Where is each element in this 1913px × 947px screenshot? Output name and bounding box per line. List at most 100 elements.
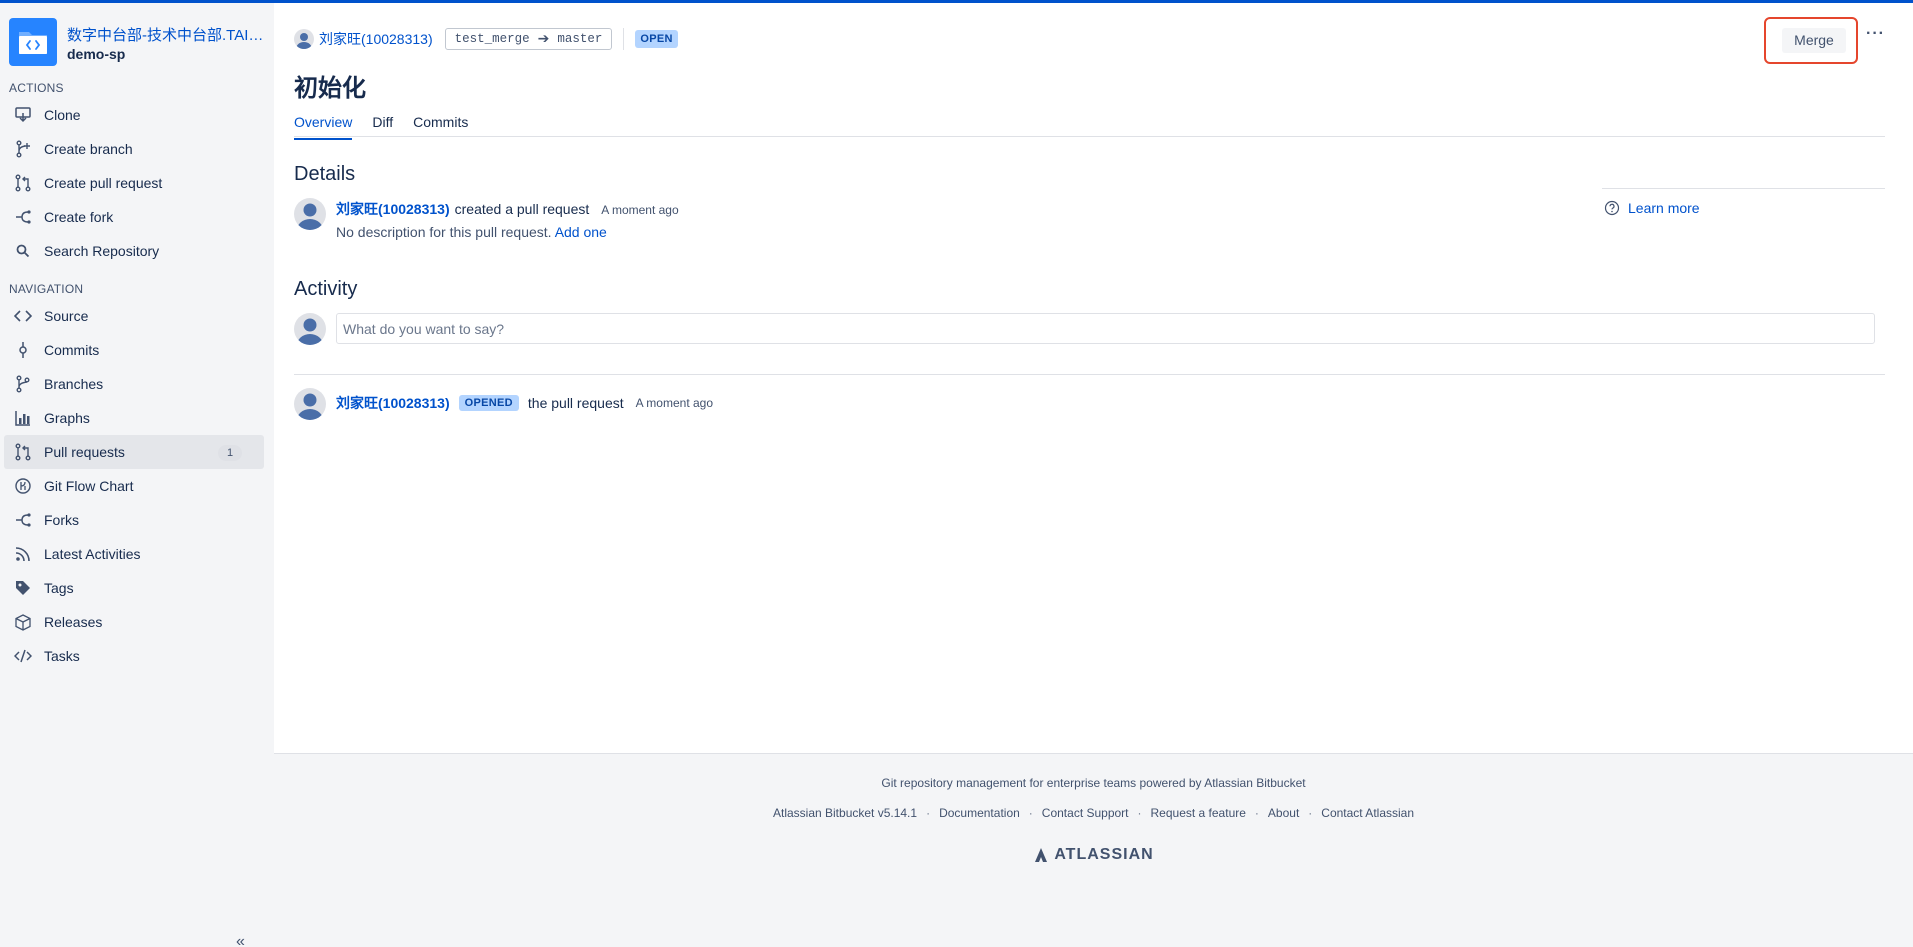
code-icon — [12, 645, 34, 667]
sidebar-item-source[interactable]: Source — [4, 299, 264, 333]
details-author-link[interactable]: 刘家旺(10028313) — [336, 199, 450, 219]
footer: Git repository management for enterprise… — [274, 753, 1913, 947]
actions-section-title: ACTIONS — [9, 81, 64, 95]
sidebar-item-clone[interactable]: Clone — [4, 98, 264, 132]
search-icon — [12, 240, 34, 262]
atlassian-wordmark: ATLASSIAN — [1054, 846, 1154, 863]
sidebar-item-create-pull-request[interactable]: Create pull request — [4, 166, 264, 200]
pr-header: 刘家旺(10028313) test_merge ➔ master OPEN — [294, 28, 678, 50]
avatar[interactable] — [294, 388, 326, 420]
sidebar-item-tags[interactable]: Tags — [4, 571, 264, 605]
avatar — [294, 313, 326, 345]
sidebar-item-forks[interactable]: Forks — [4, 503, 264, 537]
divider — [623, 28, 625, 50]
sidebar-item-pull-requests[interactable]: Pull requests 1 — [4, 435, 264, 469]
footer-links: Atlassian Bitbucket v5.14.1 · Documentat… — [274, 806, 1913, 820]
atlassian-logo-icon — [1035, 848, 1048, 862]
divider — [294, 374, 1885, 375]
repo-header: 数字中台部-技术中台部.TAIR... demo-sp — [9, 18, 269, 66]
sidebar-item-create-branch[interactable]: Create branch — [4, 132, 264, 166]
sidebar-item-latest-activities[interactable]: Latest Activities — [4, 537, 264, 571]
repo-avatar[interactable] — [9, 18, 57, 66]
footer-link-about[interactable]: About — [1268, 806, 1299, 820]
comment-input[interactable] — [336, 313, 1875, 344]
status-badge: OPEN — [635, 30, 678, 48]
merge-highlight: Merge — [1764, 17, 1858, 64]
source-branch[interactable]: test_merge — [455, 32, 530, 46]
divider — [1602, 188, 1885, 189]
help-icon — [1604, 200, 1620, 216]
merge-button[interactable]: Merge — [1782, 28, 1846, 53]
learn-more-link[interactable]: Learn more — [1604, 200, 1700, 216]
collapse-sidebar-button[interactable]: « — [236, 933, 245, 947]
details-line: 刘家旺(10028313) created a pull request A m… — [336, 199, 679, 219]
footer-link-version[interactable]: Atlassian Bitbucket v5.14.1 — [773, 806, 917, 820]
separator: · — [1254, 806, 1259, 820]
sidebar-item-create-fork[interactable]: Create fork — [4, 200, 264, 234]
learn-more-label: Learn more — [1628, 200, 1700, 216]
details-heading: Details — [294, 163, 356, 185]
activity-item: 刘家旺(10028313) OPENED the pull request A … — [336, 393, 713, 413]
sidebar-item-label: Search Repository — [44, 243, 160, 259]
branch-indicator: test_merge ➔ master — [444, 28, 613, 50]
sidebar-item-graphs[interactable]: Graphs — [4, 401, 264, 435]
sidebar-item-label: Clone — [44, 107, 81, 123]
rss-icon — [12, 543, 34, 565]
sidebar-item-branches[interactable]: Branches — [4, 367, 264, 401]
footer-link-contact-atlassian[interactable]: Contact Atlassian — [1321, 806, 1414, 820]
footer-tagline: Git repository management for enterprise… — [881, 776, 1306, 790]
navigation-section-title: NAVIGATION — [9, 282, 84, 296]
sidebar-item-label: Branches — [44, 376, 104, 392]
activity-text: the pull request — [527, 395, 624, 411]
separator: · — [1028, 806, 1033, 820]
activity-author-link[interactable]: 刘家旺(10028313) — [336, 393, 450, 413]
arrow-right-icon: ➔ — [537, 31, 550, 47]
target-branch[interactable]: master — [557, 32, 602, 46]
description-text: No description for this pull request. — [336, 224, 552, 240]
avatar[interactable] — [294, 198, 326, 230]
git-flow-icon — [12, 475, 34, 497]
sidebar-item-label: Create branch — [44, 141, 133, 157]
separator: · — [1137, 806, 1142, 820]
tag-icon — [12, 577, 34, 599]
avatar[interactable] — [294, 29, 314, 49]
divider — [294, 136, 1885, 137]
sidebar-item-label: Create pull request — [44, 175, 163, 191]
sidebar-item-label: Tasks — [44, 648, 80, 664]
separator: · — [1308, 806, 1313, 820]
sidebar-item-label: Create fork — [44, 209, 114, 225]
page-title: 初始化 — [294, 75, 366, 102]
pr-author-link[interactable]: 刘家旺(10028313) — [319, 29, 433, 49]
sidebar-item-label: Latest Activities — [44, 546, 141, 562]
details-timestamp: A moment ago — [601, 203, 679, 217]
sidebar: 数字中台部-技术中台部.TAIR... demo-sp ACTIONS Clon… — [0, 3, 274, 947]
description-line: No description for this pull request. Ad… — [336, 224, 607, 240]
repo-name-link[interactable]: demo-sp — [67, 46, 125, 62]
sidebar-item-label: Tags — [44, 580, 74, 596]
sidebar-item-tasks[interactable]: Tasks — [4, 639, 264, 673]
sidebar-item-label: Commits — [44, 342, 100, 358]
more-actions-button[interactable]: ··· — [1866, 25, 1885, 43]
sidebar-item-search-repository[interactable]: Search Repository — [4, 234, 264, 268]
sidebar-item-label: Releases — [44, 614, 103, 630]
pull-request-icon — [12, 172, 34, 194]
footer-link-contact-support[interactable]: Contact Support — [1042, 806, 1129, 820]
sidebar-item-commits[interactable]: Commits — [4, 333, 264, 367]
branches-icon — [12, 373, 34, 395]
atlassian-logo[interactable]: ATLASSIAN — [274, 846, 1913, 864]
footer-link-documentation[interactable]: Documentation — [939, 806, 1020, 820]
add-description-link[interactable]: Add one — [555, 224, 607, 240]
sidebar-item-label: Graphs — [44, 410, 90, 426]
sidebar-item-label: Pull requests — [44, 444, 125, 460]
fork-icon — [12, 509, 34, 531]
activity-timestamp: A moment ago — [635, 396, 714, 410]
sidebar-item-releases[interactable]: Releases — [4, 605, 264, 639]
project-name-link[interactable]: 数字中台部-技术中台部.TAIR... — [67, 24, 269, 45]
fork-icon — [12, 206, 34, 228]
details-action-text: created a pull request — [454, 201, 590, 217]
footer-link-request-feature[interactable]: Request a feature — [1151, 806, 1246, 820]
branch-icon — [12, 138, 34, 160]
source-icon — [12, 305, 34, 327]
sidebar-item-git-flow-chart[interactable]: Git Flow Chart — [4, 469, 264, 503]
activity-heading: Activity — [294, 278, 358, 300]
